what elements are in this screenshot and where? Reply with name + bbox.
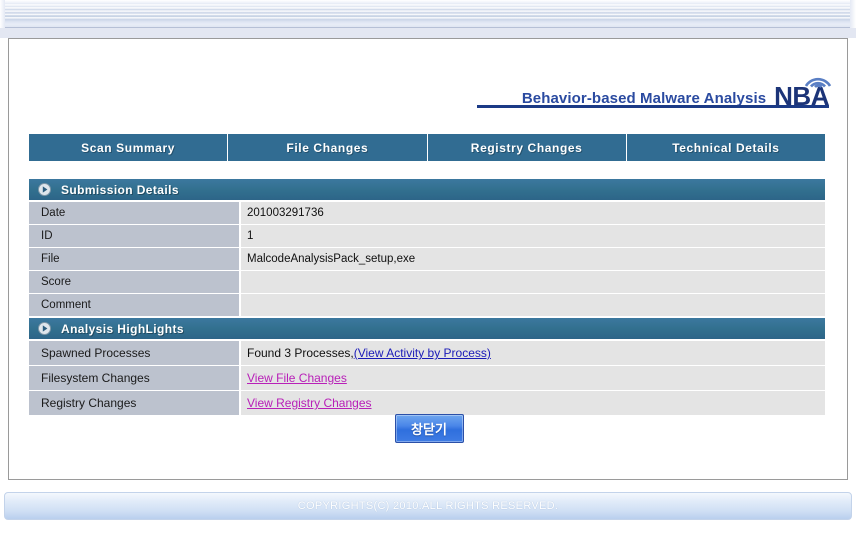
row-label-file: File — [29, 248, 239, 270]
table-row: Score — [29, 270, 825, 293]
view-file-changes-link[interactable]: View File Changes — [247, 371, 347, 385]
play-circle-icon — [38, 183, 51, 196]
window-subbar — [0, 28, 856, 38]
section-header-analysis-highlights: Analysis HighLights — [29, 318, 825, 339]
window-titlebar — [0, 0, 856, 28]
page-frame: Behavior-based Malware Analysis NBA Scan… — [8, 38, 848, 480]
section-title-analysis-highlights: Analysis HighLights — [61, 321, 184, 336]
row-value-file: MalcodeAnalysisPack_setup,exe — [239, 248, 825, 270]
table-row: Date 201003291736 — [29, 202, 825, 224]
wifi-arc-icon — [804, 77, 832, 89]
table-row: Filesystem Changes View File Changes — [29, 365, 825, 390]
row-label-spawned-processes: Spawned Processes — [29, 341, 239, 365]
table-row: Comment — [29, 293, 825, 316]
row-label-registry-changes: Registry Changes — [29, 391, 239, 415]
row-value-spawned-processes: Found 3 Processes, (View Activity by Pro… — [239, 341, 825, 365]
close-window-button[interactable]: 창닫기 — [394, 414, 464, 443]
row-value-score — [239, 271, 825, 293]
row-value-filesystem-changes: View File Changes — [239, 366, 825, 390]
section-title-submission-details: Submission Details — [61, 182, 179, 197]
table-row: ID 1 — [29, 224, 825, 247]
tab-scan-summary[interactable]: Scan Summary — [29, 134, 229, 161]
spawned-processes-text: Found 3 Processes, — [247, 346, 354, 360]
tab-technical-details[interactable]: Technical Details — [626, 134, 825, 161]
row-label-date: Date — [29, 202, 239, 224]
row-value-comment — [239, 294, 825, 316]
row-label-score: Score — [29, 271, 239, 293]
row-label-comment: Comment — [29, 294, 239, 316]
row-value-id: 1 — [239, 225, 825, 247]
titlebar-right-edge — [850, 0, 856, 28]
tab-file-changes[interactable]: File Changes — [228, 134, 428, 161]
view-activity-by-process-link[interactable]: (View Activity by Process) — [354, 346, 491, 360]
table-row: Spawned Processes Found 3 Processes, (Vi… — [29, 341, 825, 365]
row-value-registry-changes: View Registry Changes — [239, 391, 825, 415]
row-value-date: 201003291736 — [239, 202, 825, 224]
table-row: File MalcodeAnalysisPack_setup,exe — [29, 247, 825, 270]
footer-bar: COPYRIGHTS(C) 2010.ALL RIGHTS RESERVED. — [4, 492, 852, 520]
row-label-id: ID — [29, 225, 239, 247]
button-row: 창닫기 — [9, 414, 849, 443]
row-label-filesystem-changes: Filesystem Changes — [29, 366, 239, 390]
copyright-text: COPYRIGHTS(C) 2010.ALL RIGHTS RESERVED. — [297, 500, 559, 512]
section-header-submission-details: Submission Details — [29, 179, 825, 200]
details-panel: Submission Details Date 201003291736 ID … — [29, 179, 825, 415]
table-row: Registry Changes View Registry Changes — [29, 390, 825, 415]
tab-registry-changes[interactable]: Registry Changes — [427, 134, 627, 161]
brand-header: Behavior-based Malware Analysis NBA — [477, 65, 832, 109]
titlebar-left-edge — [0, 0, 5, 28]
view-registry-changes-link[interactable]: View Registry Changes — [247, 396, 372, 410]
nav-tabs: Scan Summary File Changes Registry Chang… — [29, 134, 825, 161]
brand-underline — [477, 105, 829, 108]
play-circle-icon — [38, 322, 51, 335]
